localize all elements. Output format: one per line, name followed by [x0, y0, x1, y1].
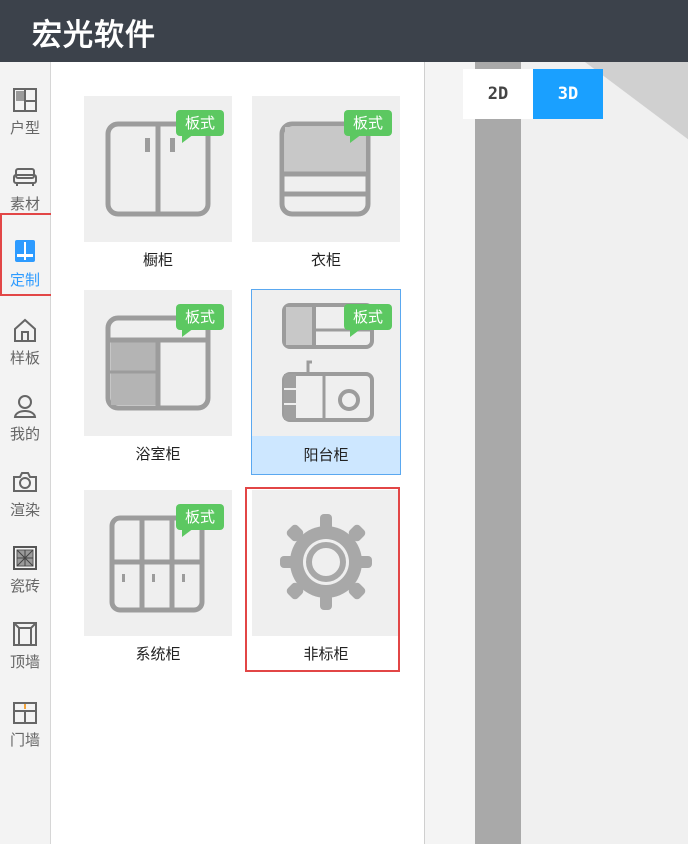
sidebar-item-label: 瓷砖: [9, 577, 40, 595]
item-thumbnail: 板式: [252, 96, 400, 242]
sidebar-item-label: 门墙: [9, 731, 40, 749]
item-name: 衣柜: [310, 251, 341, 269]
badge-label: 板式: [184, 308, 215, 326]
panel-type-badge: 板式: [176, 304, 224, 337]
sidebar-item-label: 户型: [9, 119, 40, 137]
view-3d-button[interactable]: 3D: [533, 69, 603, 119]
sidebar-item-mine[interactable]: 我的: [0, 388, 50, 458]
floorplan-icon: [13, 88, 37, 112]
sofa-icon: [13, 168, 37, 186]
camera-icon: [13, 472, 37, 492]
panel-type-badge: 板式: [176, 110, 224, 143]
view-mode-toggle: 2D 3D: [463, 69, 603, 119]
sidebar-item-ceiling-wall[interactable]: 顶墙: [0, 616, 50, 686]
item-name: 浴室柜: [135, 445, 181, 463]
highlight-box-nonstandard: [245, 487, 400, 672]
3d-viewport[interactable]: 2D 3D: [424, 62, 688, 844]
view-2d-button[interactable]: 2D: [463, 69, 533, 119]
item-name: 橱柜: [142, 251, 173, 269]
item-thumbnail: 板式: [252, 290, 400, 436]
catalog-item-system-cabinet[interactable]: 板式 系统柜: [84, 490, 232, 670]
tile-icon: [13, 546, 37, 570]
sidebar-item-floorplan[interactable]: 户型: [0, 82, 50, 152]
catalog-item-bathroom-cabinet[interactable]: 板式 浴室柜: [84, 290, 232, 470]
item-thumbnail: 板式: [84, 490, 232, 636]
badge-label: 板式: [352, 308, 383, 326]
title-bar: 宏光软件: [0, 0, 688, 62]
scene-wall: [425, 62, 688, 844]
sidebar-item-label: 素材: [9, 195, 40, 213]
sidebar-item-label: 顶墙: [9, 653, 40, 671]
panel-type-badge: 板式: [344, 304, 392, 337]
sidebar: 户型 素材 定制 样板 我的 渲染 瓷砖 顶墙 门墙: [0, 62, 51, 844]
item-thumbnail: 板式: [84, 290, 232, 436]
sidebar-item-door-wall[interactable]: 门墙: [0, 694, 50, 764]
app-title: 宏光软件: [32, 18, 156, 53]
ceiling-icon: [13, 622, 37, 646]
catalog-item-balcony-cabinet[interactable]: 板式 阳台柜: [251, 289, 401, 475]
catalog-panel: 板式 橱柜 板式 衣柜 板式 浴室柜 板式 阳台柜 板式 系统柜 非标柜: [51, 62, 423, 844]
user-icon: [13, 395, 37, 418]
item-name: 阳台柜: [252, 436, 400, 474]
badge-label: 板式: [352, 114, 383, 132]
panel-type-badge: 板式: [176, 504, 224, 537]
sidebar-item-tiles[interactable]: 瓷砖: [0, 540, 50, 610]
sidebar-item-render[interactable]: 渲染: [0, 464, 50, 534]
sidebar-item-label: 样板: [9, 349, 40, 367]
badge-label: 板式: [184, 114, 215, 132]
catalog-item-wardrobe[interactable]: 板式 衣柜: [252, 96, 400, 276]
catalog-item-kitchen-cabinet[interactable]: 板式 橱柜: [84, 96, 232, 276]
sidebar-item-templates[interactable]: 样板: [0, 312, 50, 382]
sidebar-item-label: 渲染: [9, 501, 40, 519]
panel-type-badge: 板式: [344, 110, 392, 143]
item-thumbnail: 板式: [84, 96, 232, 242]
badge-label: 板式: [184, 508, 215, 526]
sidebar-item-label: 我的: [9, 425, 40, 443]
item-name: 系统柜: [135, 645, 181, 663]
house-icon: [14, 318, 36, 342]
door-wall-icon: [13, 702, 37, 724]
